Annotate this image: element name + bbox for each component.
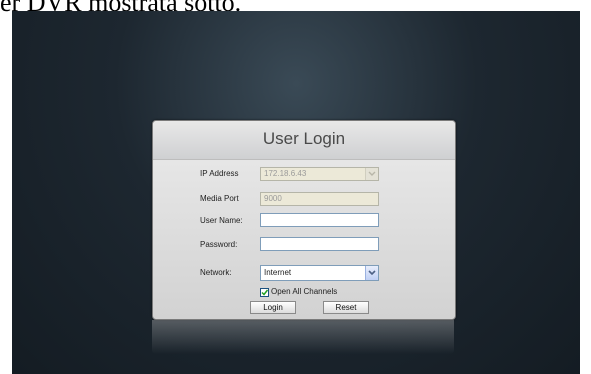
dvr-screen: User Login IP Address 172.18.6.43 Media … — [12, 11, 580, 374]
network-select[interactable]: Internet — [260, 265, 379, 281]
ip-address-label: IP Address — [200, 169, 239, 178]
media-port-field[interactable]: 9000 — [260, 192, 379, 206]
ip-address-value: 172.18.6.43 — [264, 169, 307, 178]
checkmark-icon — [261, 289, 268, 296]
media-port-label: Media Port — [200, 194, 239, 203]
open-all-channels-label: Open All Channels — [271, 287, 338, 296]
dialog-header: User Login — [153, 121, 455, 160]
chevron-down-icon — [368, 171, 376, 176]
user-name-field[interactable] — [260, 213, 379, 227]
media-port-value: 9000 — [264, 194, 282, 203]
network-dropdown-button[interactable] — [365, 266, 378, 280]
user-name-label: User Name: — [200, 216, 243, 225]
dialog-reflection — [152, 320, 454, 354]
ip-address-dropdown-button[interactable] — [365, 168, 378, 180]
network-value: Internet — [264, 268, 292, 277]
ip-address-select[interactable]: 172.18.6.43 — [260, 167, 379, 181]
password-field[interactable] — [260, 237, 379, 251]
network-label: Network: — [200, 268, 232, 277]
open-all-channels-checkbox[interactable] — [260, 288, 269, 297]
reset-button[interactable]: Reset — [323, 301, 369, 314]
password-label: Password: — [200, 240, 238, 249]
user-login-dialog: User Login IP Address 172.18.6.43 Media … — [152, 120, 456, 320]
chevron-down-icon — [368, 270, 376, 276]
dialog-title: User Login — [262, 129, 346, 148]
login-button[interactable]: Login — [250, 301, 296, 314]
